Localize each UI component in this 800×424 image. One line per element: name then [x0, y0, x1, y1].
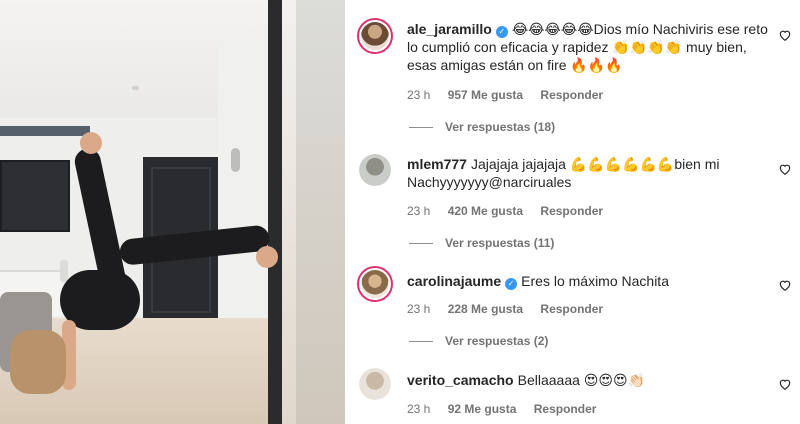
avatar[interactable] [359, 368, 391, 400]
reply-button[interactable]: Responder [540, 204, 603, 218]
heart-outline-icon[interactable] [778, 162, 792, 176]
person-foot [80, 132, 102, 154]
comment-username[interactable]: carolinajaume [407, 273, 501, 289]
person-hair [10, 330, 66, 394]
comment-time[interactable]: 23 h [407, 204, 430, 218]
divider-line [409, 243, 433, 245]
avatar[interactable] [357, 266, 393, 302]
comment-likes[interactable]: 92 Me gusta [448, 402, 517, 416]
comment-time[interactable]: 23 h [407, 302, 430, 316]
avatar[interactable] [359, 154, 391, 186]
comment-username[interactable]: mlem777 [407, 156, 467, 172]
view-replies-button[interactable]: Ver respuestas (11) [409, 236, 554, 250]
view-replies-label: Ver respuestas (11) [445, 236, 555, 250]
ceiling-light [132, 86, 139, 90]
comment-body: ale_jaramillo ✓ 😂😂😂😂😂Dios mío Nachiviris e… [407, 20, 772, 74]
divider-line [409, 341, 433, 343]
heart-outline-icon[interactable] [778, 377, 792, 391]
heart-outline-icon[interactable] [778, 28, 792, 42]
avatar[interactable] [357, 18, 393, 54]
view-replies-label: Ver respuestas (18) [445, 120, 556, 134]
post-media[interactable] [0, 0, 345, 424]
view-replies-button[interactable]: Ver respuestas (18) [409, 120, 555, 134]
reply-button[interactable]: Responder [540, 88, 603, 102]
verified-badge-icon: ✓ [505, 278, 518, 290]
comment-meta: 23 h 957 Me gusta Responder [407, 88, 617, 102]
view-replies-button[interactable]: Ver respuestas (2) [409, 334, 548, 348]
wall-lamp [231, 148, 240, 172]
comment-username[interactable]: ale_jaramillo [407, 21, 492, 37]
comment-body: mlem777 Jajajaja jajajaja 💪💪💪💪💪💪bien mi N… [407, 155, 772, 191]
decor-bottle [60, 260, 68, 282]
view-replies-label: Ver respuestas (2) [445, 334, 549, 348]
divider-line [409, 127, 433, 129]
window-band [0, 126, 90, 136]
comment-meta: 23 h 228 Me gusta Responder [407, 302, 617, 316]
reply-button[interactable]: Responder [540, 302, 603, 316]
verified-badge-icon: ✓ [495, 26, 508, 38]
comments-panel[interactable]: ale_jaramillo ✓ 😂😂😂😂😂Dios mío Nachiviris e… [345, 0, 800, 424]
comment-likes[interactable]: 957 Me gusta [448, 88, 523, 102]
comment-text: Eres lo máximo Nachita [521, 273, 669, 289]
comment-time[interactable]: 23 h [407, 88, 430, 102]
comment-body: carolinajaume ✓ Eres lo máximo Nachita [407, 272, 772, 290]
comment-username[interactable]: verito_camacho [407, 372, 514, 388]
comment-meta: 23 h 92 Me gusta Responder [407, 402, 610, 416]
reply-button[interactable]: Responder [534, 402, 597, 416]
comment-meta: 23 h 420 Me gusta Responder [407, 204, 617, 218]
person-foot [256, 246, 278, 268]
comment-likes[interactable]: 228 Me gusta [448, 302, 523, 316]
comment-likes[interactable]: 420 Me gusta [448, 204, 523, 218]
mirror-reflection [296, 0, 345, 424]
comment-body: verito_camacho Bellaaaaa 😍😍😍👏🏻 [407, 371, 772, 389]
comment-time[interactable]: 23 h [407, 402, 430, 416]
comment-text: Bellaaaaa 😍😍😍👏🏻 [517, 372, 645, 388]
heart-outline-icon[interactable] [778, 278, 792, 292]
television [0, 160, 70, 232]
